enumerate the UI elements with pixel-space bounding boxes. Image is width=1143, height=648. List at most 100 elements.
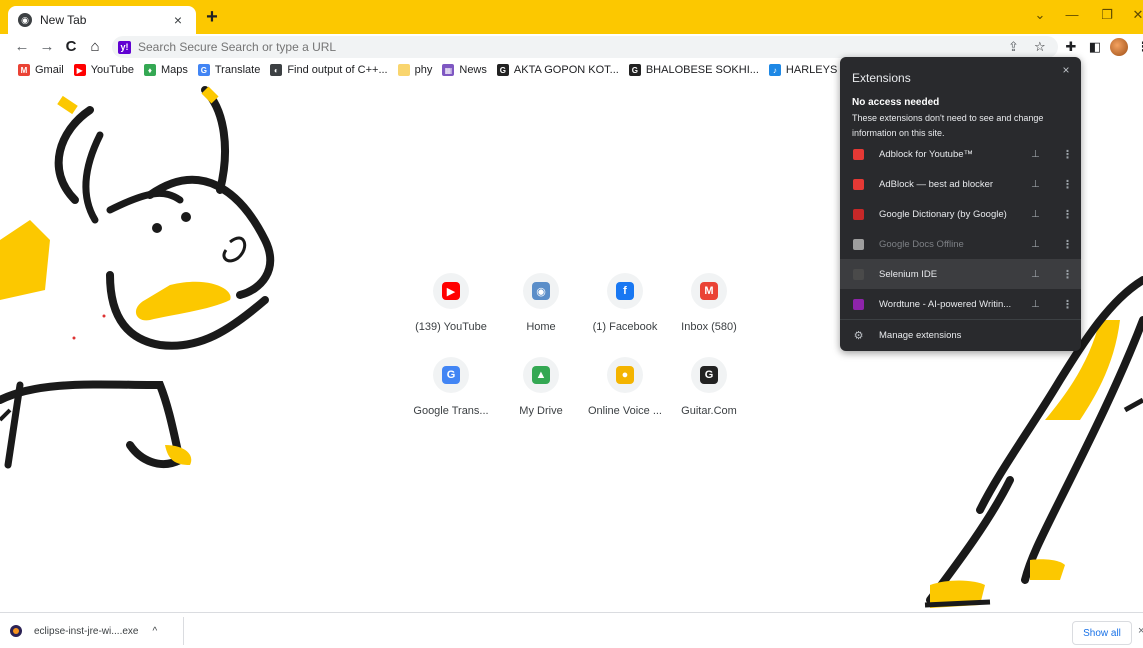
extension-item[interactable]: Adblock for Youtube™ ⊥ ⋮ <box>840 139 1081 169</box>
bookmark-label: BHALOBESE SOKHI... <box>645 64 759 76</box>
gear-icon: ⚙ <box>853 329 864 342</box>
more-options-icon[interactable]: ⋮ <box>1062 298 1073 311</box>
tab-close-icon[interactable]: × <box>170 12 186 28</box>
translate-icon: G <box>442 366 460 384</box>
bookmark-item[interactable]: ▶ YouTube <box>73 64 134 76</box>
share-icon[interactable]: ⇪ <box>1008 39 1019 55</box>
show-all-button[interactable]: Show all <box>1072 621 1132 645</box>
bookmark-item[interactable]: phy <box>397 64 432 76</box>
bookmark-item[interactable]: G BHALOBESE SOKHI... <box>628 64 759 76</box>
home-button[interactable]: ⌂ <box>85 37 105 57</box>
home-site-icon: ◉ <box>532 282 550 300</box>
extensions-puzzle-icon[interactable]: ✚ <box>1062 38 1080 56</box>
more-options-icon[interactable]: ⋮ <box>1062 208 1073 221</box>
forward-button[interactable]: → <box>37 37 57 57</box>
shortcut-tile[interactable]: G Guitar.Com <box>664 357 754 417</box>
shortcut-label: Inbox (580) <box>681 321 737 333</box>
extension-name: Google Docs Offline <box>879 238 964 250</box>
voice-icon: ● <box>616 366 634 384</box>
bookmark-item[interactable]: G Translate <box>197 64 260 76</box>
gmail-icon: M <box>18 64 30 76</box>
shortcut-label: Guitar.Com <box>681 405 737 417</box>
download-shelf: eclipse-inst-jre-wi....exe ^ Show all × <box>0 612 1143 648</box>
pin-icon[interactable]: ⊥ <box>1031 149 1040 160</box>
bookmark-label: AKTA GOPON KOT... <box>513 64 619 76</box>
extension-item[interactable]: Selenium IDE ⊥ ⋮ <box>840 259 1081 289</box>
shortcut-tile[interactable]: ● Online Voice ... <box>580 357 670 417</box>
tab-new-tab[interactable]: ◉ New Tab × <box>8 6 196 34</box>
bookmark-label: Find output of C++... <box>287 64 388 76</box>
maps-icon: ♦ <box>143 64 156 76</box>
extension-item[interactable]: AdBlock — best ad blocker ⊥ ⋮ <box>840 169 1081 199</box>
tab-strip: ◉ New Tab × + ⌄ — ❐ ✕ <box>0 0 1143 34</box>
extension-item[interactable]: Google Docs Offline ⊥ ⋮ <box>840 229 1081 259</box>
download-item[interactable]: eclipse-inst-jre-wi....exe ^ <box>10 621 157 641</box>
close-window-button[interactable]: ✕ <box>1128 7 1143 23</box>
manage-extensions-item[interactable]: ⚙ Manage extensions <box>840 320 1081 350</box>
more-options-icon[interactable]: ⋮ <box>1062 268 1073 281</box>
shortcut-tile[interactable]: G Google Trans... <box>406 357 496 417</box>
docs-offline-icon <box>853 238 864 250</box>
chevron-up-icon[interactable]: ^ <box>152 626 157 637</box>
pin-icon[interactable]: ⊥ <box>1031 209 1040 220</box>
shortcut-tile[interactable]: M Inbox (580) <box>664 273 754 333</box>
bookmark-item[interactable]: ◐ Find output of C++... <box>270 64 388 76</box>
pin-icon[interactable]: ⊥ <box>1031 179 1040 190</box>
close-icon[interactable]: × <box>1059 63 1073 77</box>
bookmark-item[interactable]: ♦ Maps <box>143 64 188 76</box>
profile-avatar[interactable] <box>1110 38 1128 56</box>
omnibox-input[interactable] <box>138 40 838 54</box>
bookmark-item[interactable]: ▦ News <box>442 64 487 76</box>
reload-button[interactable]: C <box>61 37 81 57</box>
news-icon: ▦ <box>442 64 455 76</box>
youtube-icon: ▶ <box>442 282 460 300</box>
shortcut-tile[interactable]: ◉ Home <box>496 273 586 333</box>
bookmark-item[interactable]: M Gmail <box>18 64 64 76</box>
extension-item[interactable]: Wordtune - AI-powered Writin... ⊥ ⋮ <box>840 289 1081 319</box>
shortcut-icon-circle: M <box>691 273 727 309</box>
bookmark-item[interactable]: G AKTA GOPON KOT... <box>496 64 619 76</box>
facebook-icon: f <box>616 282 634 300</box>
close-download-shelf-icon[interactable]: × <box>1138 625 1143 637</box>
chrome-menu-icon[interactable]: ⋮ <box>1134 38 1143 56</box>
address-bar[interactable]: y! ⇪ ☆ <box>112 36 1058 58</box>
shortcut-tile[interactable]: f (1) Facebook <box>580 273 670 333</box>
eclipse-file-icon <box>10 625 22 637</box>
extension-name: Adblock for Youtube™ <box>879 148 974 160</box>
minimize-button[interactable]: — <box>1062 7 1082 22</box>
shortcut-icon-circle: ◉ <box>523 273 559 309</box>
restore-button[interactable]: ❐ <box>1097 7 1117 23</box>
new-tab-button[interactable]: + <box>202 7 222 27</box>
youtube-icon: ▶ <box>73 64 86 76</box>
more-options-icon[interactable]: ⋮ <box>1062 238 1073 251</box>
music-icon: ♪ <box>768 64 781 76</box>
pin-icon[interactable]: ⊥ <box>1031 269 1040 280</box>
extension-name: Wordtune - AI-powered Writin... <box>879 298 1012 310</box>
side-panel-icon[interactable]: ◧ <box>1086 38 1104 56</box>
extension-name: Selenium IDE <box>879 268 938 280</box>
download-file-name: eclipse-inst-jre-wi....exe <box>34 625 139 637</box>
drive-icon: ▲ <box>532 366 550 384</box>
tab-search-chevron-icon[interactable]: ⌄ <box>1030 7 1050 23</box>
chords-icon: G <box>700 366 718 384</box>
shortcut-label: My Drive <box>519 405 563 417</box>
browser-window: ◉ New Tab × + ⌄ — ❐ ✕ ← → C ⌂ y! ⇪ ☆ ✚ ◧… <box>0 0 1143 648</box>
adblock-hand-icon <box>853 178 864 190</box>
selenium-icon <box>853 268 864 280</box>
extension-item[interactable]: Google Dictionary (by Google) ⊥ ⋮ <box>840 199 1081 229</box>
more-options-icon[interactable]: ⋮ <box>1062 178 1073 191</box>
shortcut-tile[interactable]: ▲ My Drive <box>496 357 586 417</box>
gmail-icon: M <box>700 282 718 300</box>
wordtune-icon <box>853 298 864 310</box>
pin-icon[interactable]: ⊥ <box>1031 299 1040 310</box>
back-button[interactable]: ← <box>12 37 32 57</box>
more-options-icon[interactable]: ⋮ <box>1062 148 1073 161</box>
shortcut-tile[interactable]: ▶ (139) YouTube <box>406 273 496 333</box>
bookmark-star-icon[interactable]: ☆ <box>1034 39 1046 55</box>
shortcut-icon-circle: G <box>433 357 469 393</box>
extensions-popup: Extensions × No access needed These exte… <box>840 57 1081 351</box>
no-access-description: These extensions don't need to see and c… <box>852 113 1044 138</box>
bookmark-label: News <box>459 64 487 76</box>
pin-icon[interactable]: ⊥ <box>1031 239 1040 250</box>
chords-icon: G <box>628 64 641 76</box>
